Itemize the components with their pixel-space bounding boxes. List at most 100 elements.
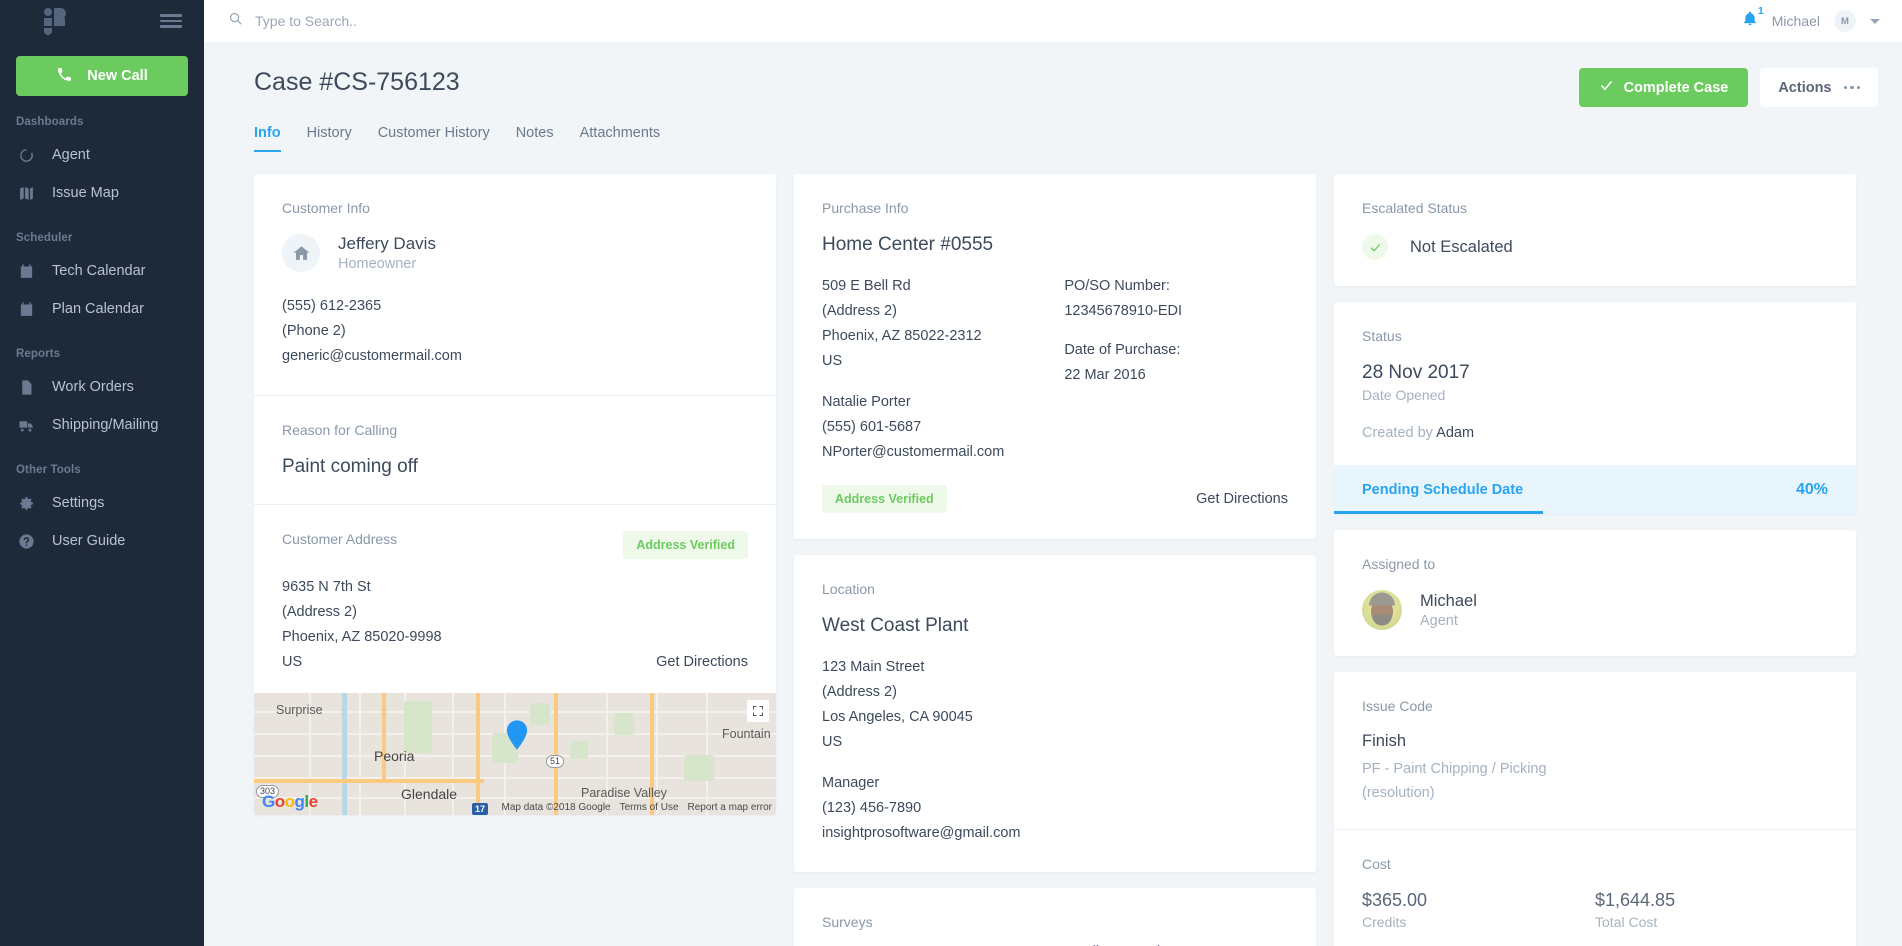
customer-name: Jeffery Davis xyxy=(338,234,436,253)
location-manager-email-link[interactable]: insightprosoftware@gmail.com xyxy=(822,821,1288,846)
location-name: West Coast Plant xyxy=(822,615,969,636)
new-call-label: New Call xyxy=(87,68,148,84)
purchase-contact-email-link[interactable]: NPorter@customermail.com xyxy=(822,440,1064,465)
reason-for-calling-card: Reason for Calling Paint coming off xyxy=(254,396,776,504)
sidebar-group-other-tools: Other Tools Settings User Guide xyxy=(0,464,204,560)
sidebar-item-work-orders[interactable]: Work Orders xyxy=(0,368,204,406)
sidebar-item-label: Plan Calendar xyxy=(52,301,144,317)
customer-address-line4: US xyxy=(282,654,303,670)
issue-code-sub1: PF - Paint Chipping / Picking xyxy=(1362,761,1547,777)
highway-51-shield: 51 xyxy=(546,755,565,768)
gauge-icon xyxy=(16,147,36,164)
issue-code-title: Finish xyxy=(1362,732,1407,750)
sidebar-item-user-guide[interactable]: User Guide xyxy=(0,522,204,560)
created-by-label: Created by xyxy=(1362,425,1433,441)
page-header-actions: Complete Case Actions xyxy=(1578,68,1878,107)
cost-total-cell: $1,644.85 Total Cost xyxy=(1595,890,1828,930)
sidebar-item-label: Agent xyxy=(52,147,90,163)
cost-total-label: Total Cost xyxy=(1595,914,1658,930)
google-logo: Google xyxy=(262,792,318,811)
sidebar-item-tech-calendar[interactable]: Tech Calendar xyxy=(0,252,204,290)
get-directions-link[interactable]: Get Directions xyxy=(656,650,748,675)
complete-case-button[interactable]: Complete Case xyxy=(1578,68,1749,107)
escalated-status-row: Not Escalated xyxy=(1362,234,1828,260)
sidebar-item-label: User Guide xyxy=(52,533,126,549)
highway-17-shield: 17 xyxy=(472,803,489,815)
app-logo[interactable] xyxy=(0,8,110,35)
purchase-contact-name: Natalie Porter xyxy=(822,394,911,410)
location-card: Location West Coast Plant 123 Main Stree… xyxy=(794,555,1316,872)
purchase-address-block: 509 E Bell Rd (Address 2) Phoenix, AZ 85… xyxy=(822,274,1064,465)
sidebar-item-shipping-mailing[interactable]: Shipping/Mailing xyxy=(0,406,204,444)
sidebar-group-dashboards: Dashboards Agent Issue Map xyxy=(0,116,204,212)
check-circle-icon xyxy=(1362,234,1388,260)
tab-history[interactable]: History xyxy=(307,125,352,152)
purchase-address-line3: Phoenix, AZ 85022-2312 xyxy=(822,328,982,344)
purchase-address-line4: US xyxy=(822,353,843,369)
address-footer: US Get Directions xyxy=(282,650,748,675)
cost-card: Cost $365.00 Credits $1,644.85 Total Cos… xyxy=(1334,830,1856,946)
location-map[interactable]: Surprise Peoria Glendale Paradise Valley… xyxy=(254,693,776,815)
assigned-to-row: Michael Agent xyxy=(1362,590,1828,630)
home-icon xyxy=(282,234,320,272)
customer-phone2: (Phone 2) xyxy=(282,323,346,339)
hamburger-menu-icon[interactable] xyxy=(160,14,182,28)
chevron-down-icon[interactable] xyxy=(1870,18,1880,24)
assigned-to-card: Assigned to Michael Agent xyxy=(1334,530,1856,656)
map-fullscreen-button[interactable] xyxy=(747,700,769,722)
map-label-surprise: Surprise xyxy=(276,703,323,717)
map-pin-icon xyxy=(506,720,528,750)
sidebar-item-issue-map[interactable]: Issue Map xyxy=(0,174,204,212)
progress-label: Pending Schedule Date xyxy=(1362,481,1524,498)
status-date-caption: Date Opened xyxy=(1362,387,1446,403)
tab-attachments[interactable]: Attachments xyxy=(580,125,661,152)
tab-info[interactable]: Info xyxy=(254,125,281,152)
sidebar-group-title: Reports xyxy=(16,348,61,360)
purchase-get-directions-link[interactable]: Get Directions xyxy=(1196,487,1288,512)
sidebar-group-scheduler: Scheduler Tech Calendar Plan Calendar xyxy=(0,232,204,328)
customer-info-label: Customer Info xyxy=(282,200,370,216)
map-attribution: Map data ©2018 Google Terms of Use Repor… xyxy=(501,802,772,813)
customer-panel: Customer Info Jeffery Davis Homeowner (5… xyxy=(254,174,776,815)
address-header: Customer Address Address Verified xyxy=(282,531,748,559)
reason-value: Paint coming off xyxy=(282,456,418,477)
po-number-label: PO/SO Number: xyxy=(1064,278,1170,294)
calendar-icon xyxy=(16,301,36,318)
customer-info-card: Customer Info Jeffery Davis Homeowner (5… xyxy=(254,174,776,395)
location-manager-phone: (123) 456-7890 xyxy=(822,800,922,816)
notifications-bell-icon[interactable]: 1 xyxy=(1742,5,1764,32)
location-manager-label: Manager xyxy=(822,775,880,791)
purchase-address-line2: (Address 2) xyxy=(822,303,897,319)
avatar[interactable]: M xyxy=(1834,10,1856,32)
cards-columns: Customer Info Jeffery Davis Homeowner (5… xyxy=(228,152,1878,946)
cost-row: $365.00 Credits $1,644.85 Total Cost xyxy=(1362,890,1828,930)
sidebar-group-title: Other Tools xyxy=(16,464,81,476)
customer-email-link[interactable]: generic@customermail.com xyxy=(282,344,748,369)
app-root: New Call Dashboards Agent Issue Map Sche… xyxy=(0,0,1902,946)
location-label: Location xyxy=(822,581,875,597)
column-middle: Purchase Info Home Center #0555 509 E Be… xyxy=(794,174,1316,946)
escalated-status-card: Escalated Status Not Escalated xyxy=(1334,174,1856,286)
page-header: Case #CS-756123 Complete Case Actions xyxy=(228,42,1878,107)
customer-address-card: Customer Address Address Verified 9635 N… xyxy=(254,505,776,693)
sidebar-item-plan-calendar[interactable]: Plan Calendar xyxy=(0,290,204,328)
sidebar-item-settings[interactable]: Settings xyxy=(0,484,204,522)
map-terms-link[interactable]: Terms of Use xyxy=(620,802,679,813)
status-body: Status 28 Nov 2017 Date Opened Created b… xyxy=(1334,302,1856,465)
notification-count-badge: 1 xyxy=(1757,5,1764,17)
status-progress-bar[interactable]: Pending Schedule Date 40% xyxy=(1334,465,1856,514)
global-search[interactable] xyxy=(228,11,1742,31)
new-call-button[interactable]: New Call xyxy=(16,56,188,96)
top-bar: 1 Michael M xyxy=(204,0,1902,42)
phone-icon xyxy=(56,66,73,87)
sidebar-item-agent[interactable]: Agent xyxy=(0,136,204,174)
map-report-link[interactable]: Report a map error xyxy=(688,802,772,813)
tab-customer-history[interactable]: Customer History xyxy=(378,125,490,152)
actions-button[interactable]: Actions xyxy=(1760,68,1878,107)
reason-label: Reason for Calling xyxy=(282,422,398,438)
assignee-avatar xyxy=(1362,590,1402,630)
tab-notes[interactable]: Notes xyxy=(516,125,554,152)
purchase-info-label: Purchase Info xyxy=(822,200,909,216)
map-label-paradise-valley: Paradise Valley xyxy=(581,786,667,800)
search-input[interactable] xyxy=(255,13,635,29)
